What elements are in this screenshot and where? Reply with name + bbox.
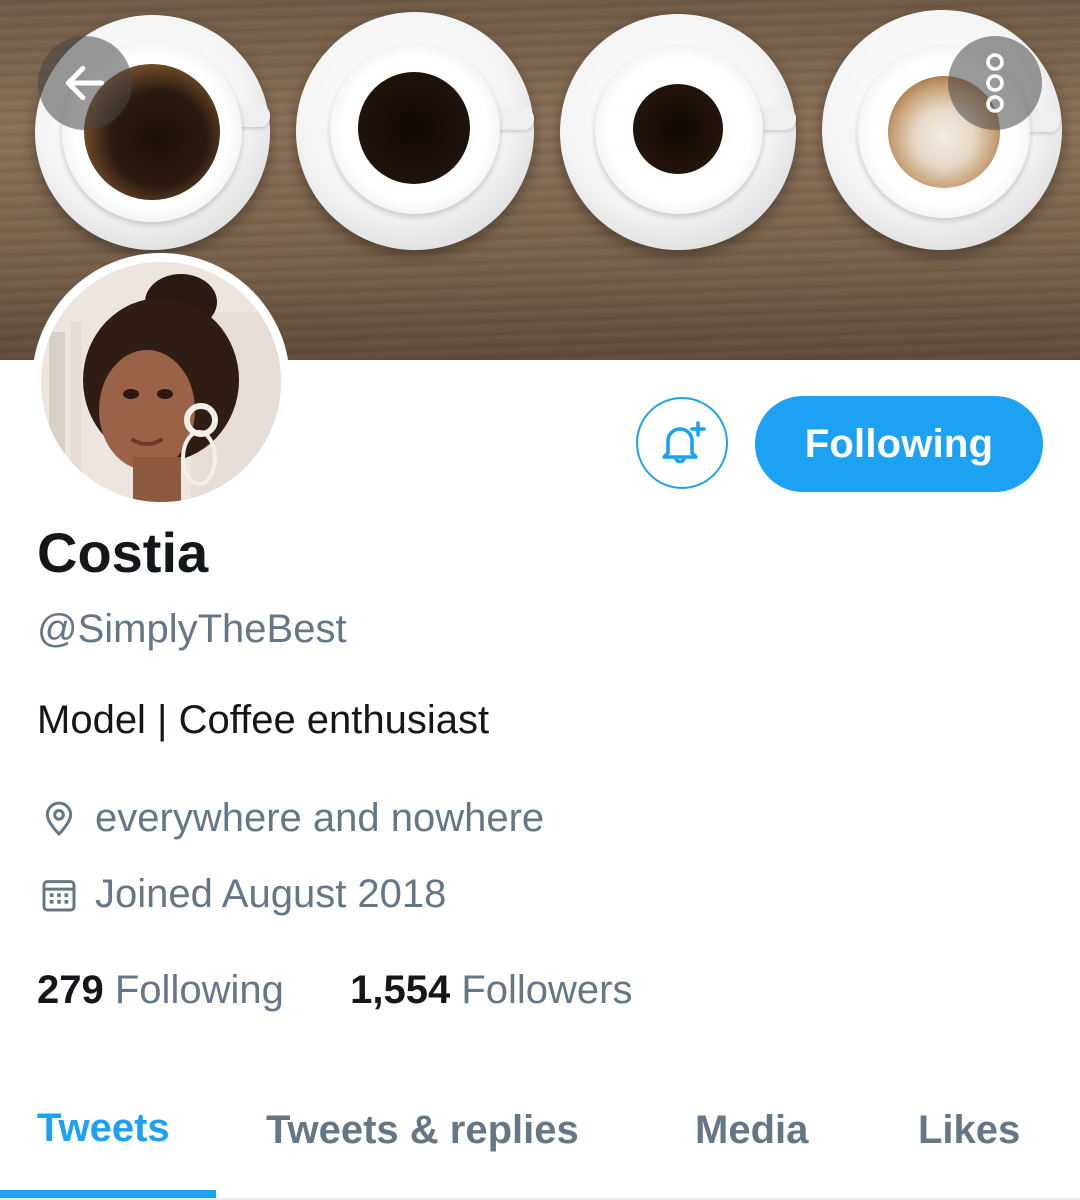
tab-tweets[interactable]: Tweets [37, 1106, 170, 1151]
tab-likes[interactable]: Likes [918, 1108, 1020, 1153]
active-tab-indicator [0, 1190, 216, 1198]
following-count: 279 [37, 968, 104, 1012]
banner-coffee [633, 84, 723, 174]
more-options-button[interactable] [948, 36, 1042, 130]
tab-media[interactable]: Media [695, 1108, 808, 1153]
followers-stat[interactable]: 1,554 Followers [350, 968, 632, 1012]
more-vertical-icon [986, 53, 1004, 113]
banner-coffee [358, 72, 470, 184]
profile-stats: 279 Following 1,554 Followers [37, 968, 632, 1013]
profile-handle: @SimplyTheBest [37, 607, 347, 651]
profile-bio: Model | Coffee enthusiast [37, 698, 490, 742]
profile-tabs: Tweets Tweets & replies Media Likes [0, 1090, 1080, 1200]
followers-count: 1,554 [350, 968, 451, 1012]
location-pin-icon [37, 797, 81, 841]
following-stat-label: Following [114, 968, 284, 1012]
arrow-left-icon [65, 65, 105, 101]
bell-plus-icon [662, 421, 706, 464]
joined-text: Joined August 2018 [95, 872, 447, 916]
following-button[interactable]: Following [755, 396, 1043, 492]
calendar-icon [37, 873, 81, 917]
location-text: everywhere and nowhere [95, 796, 545, 840]
profile-name: Costia [37, 521, 209, 584]
notifications-button[interactable] [636, 397, 728, 489]
profile-location: everywhere and nowhere [37, 796, 544, 841]
profile-joined: Joined August 2018 [37, 872, 446, 917]
profile-avatar[interactable] [32, 253, 290, 511]
avatar-image [41, 262, 281, 502]
tab-tweets-replies[interactable]: Tweets & replies [266, 1108, 579, 1153]
following-stat[interactable]: 279 Following [37, 968, 284, 1012]
back-button[interactable] [38, 36, 132, 130]
followers-stat-label: Followers [461, 968, 633, 1012]
